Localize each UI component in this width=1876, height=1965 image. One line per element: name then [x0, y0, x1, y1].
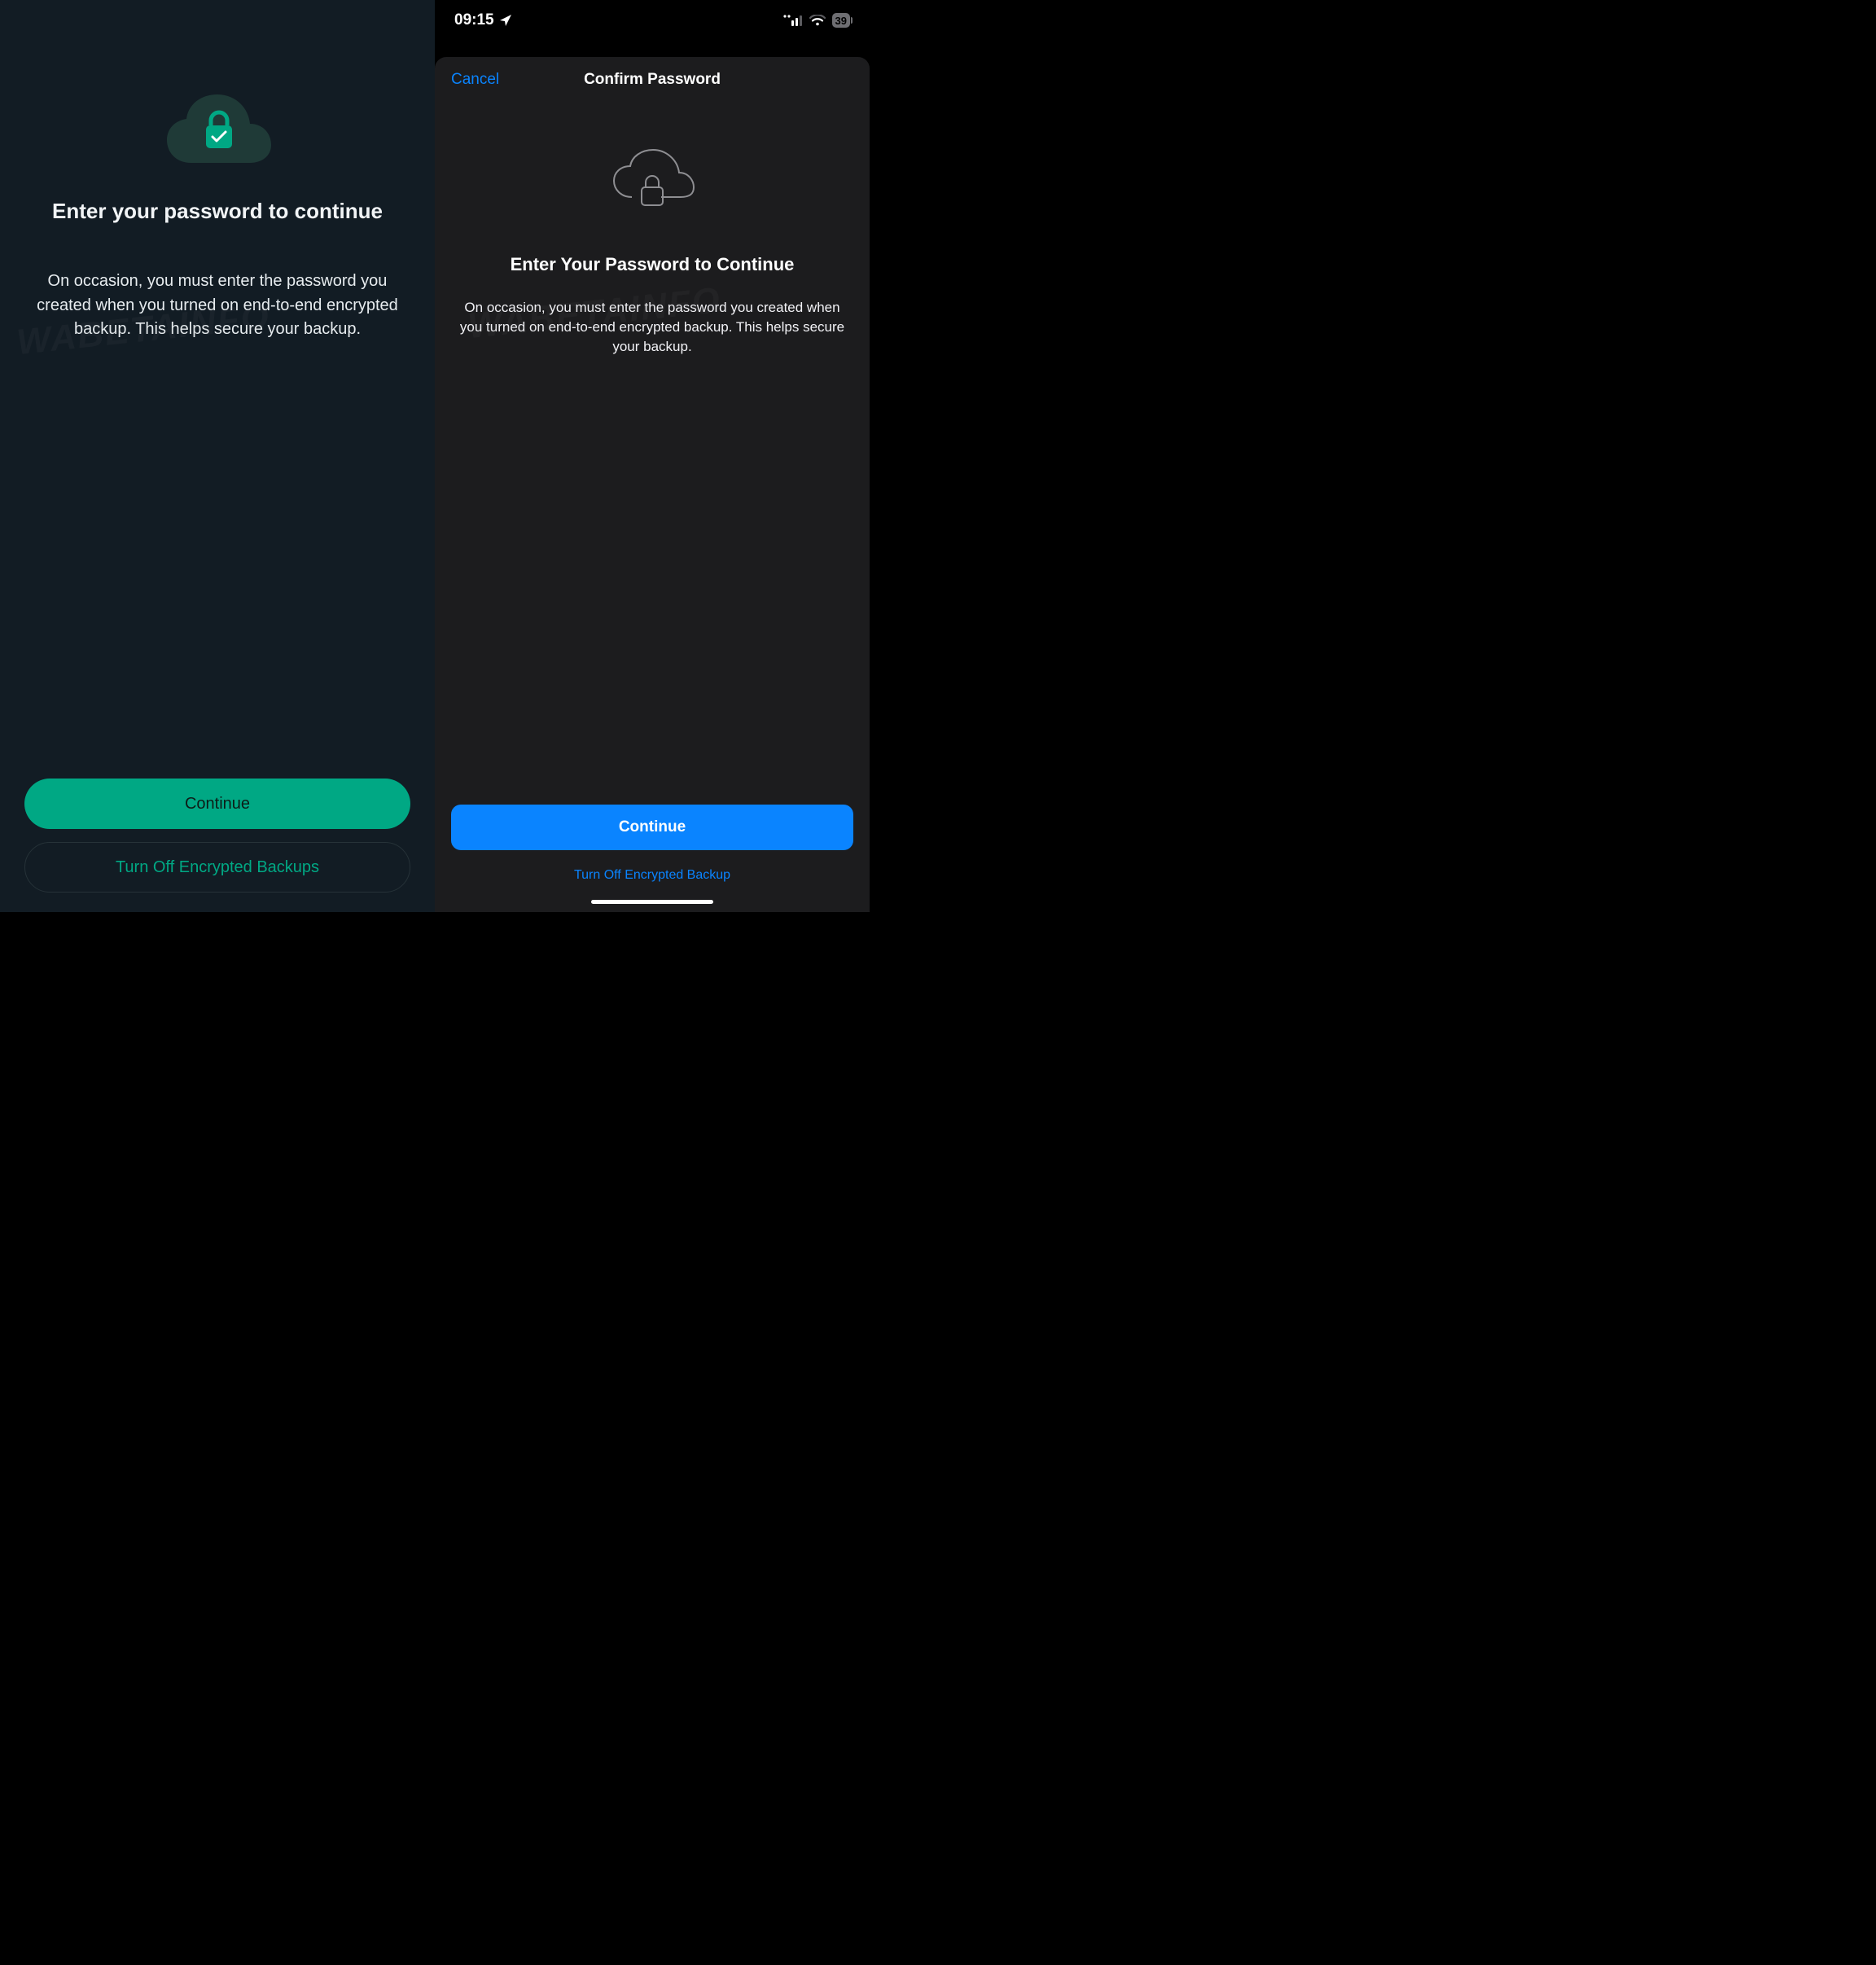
ios-screen: 09:15 39 Cancel Confirm Password: [435, 0, 870, 912]
status-time: 09:15: [454, 11, 494, 29]
page-description: On occasion, you must enter the password…: [24, 270, 410, 342]
home-indicator[interactable]: [591, 900, 713, 904]
android-screen: Enter your password to continue On occas…: [0, 0, 435, 912]
location-arrow-icon: [499, 14, 512, 27]
battery-indicator: 39: [832, 13, 850, 28]
sheet-header: Cancel Confirm Password: [435, 57, 870, 103]
turn-off-encrypted-backups-button[interactable]: Turn Off Encrypted Backups: [24, 842, 410, 893]
sheet-title: Confirm Password: [584, 71, 721, 89]
cloud-lock-hero: [435, 148, 870, 217]
cellular-signal-icon: [783, 15, 803, 26]
turn-off-encrypted-backup-button[interactable]: Turn Off Encrypted Backup: [435, 868, 870, 883]
cancel-button[interactable]: Cancel: [451, 71, 499, 89]
battery-level: 39: [835, 15, 847, 27]
cloud-lock-check-icon: [160, 90, 274, 168]
status-bar: 09:15 39: [435, 0, 870, 41]
page-description: On occasion, you must enter the password…: [435, 298, 870, 356]
page-heading: Enter Your Password to Continue: [435, 254, 870, 275]
page-heading: Enter your password to continue: [24, 199, 410, 224]
continue-button[interactable]: Continue: [451, 805, 853, 850]
wifi-icon: [809, 15, 826, 26]
cloud-lock-hero: [24, 90, 410, 168]
modal-sheet: Cancel Confirm Password Enter Your Passw…: [435, 57, 870, 912]
continue-button[interactable]: Continue: [24, 779, 410, 829]
cloud-lock-icon: [607, 148, 697, 217]
